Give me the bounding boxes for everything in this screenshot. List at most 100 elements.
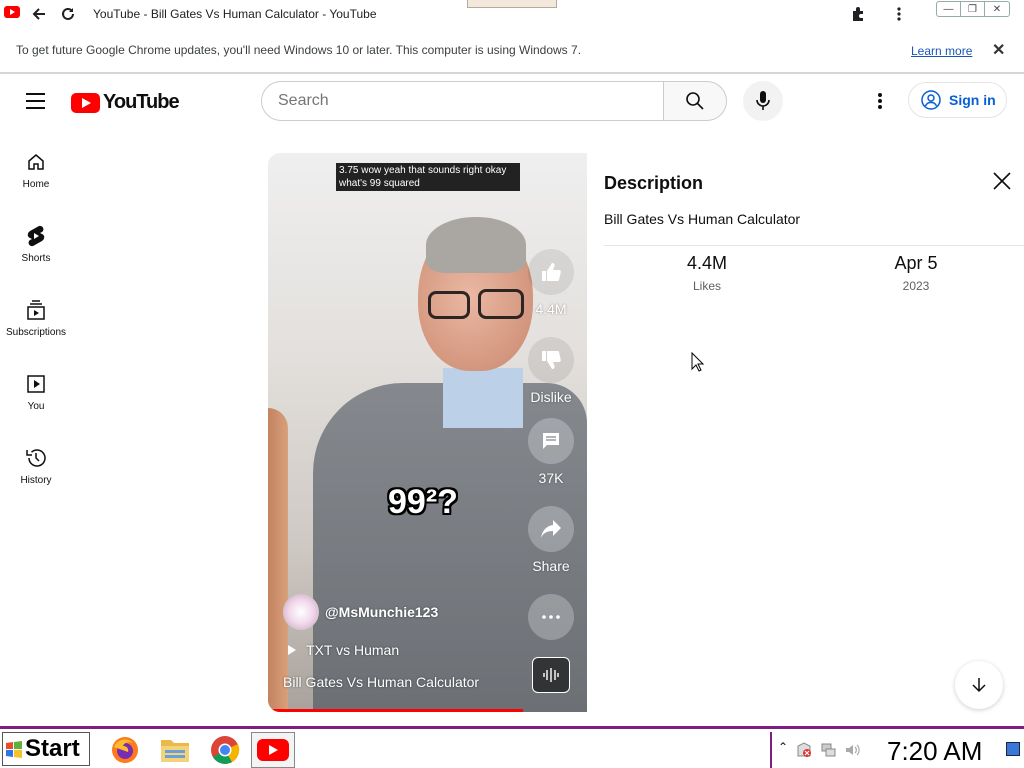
sidebar-item-label: Home <box>22 179 50 190</box>
arrow-down-icon <box>972 678 986 693</box>
dislike-button[interactable]: Dislike <box>523 337 579 405</box>
window-grip <box>467 0 557 8</box>
extensions-icon[interactable] <box>848 4 868 24</box>
microphone-icon <box>756 91 770 110</box>
description-heading: Description <box>604 173 704 193</box>
divider <box>604 245 1024 246</box>
file-explorer-icon <box>161 740 189 762</box>
sidebar-item-subscriptions[interactable]: Subscriptions <box>0 298 72 372</box>
channel-name[interactable]: @MsMunchie123 <box>325 604 438 620</box>
mouse-cursor-icon <box>691 352 705 372</box>
account-icon <box>921 90 941 110</box>
video-subject-glasses <box>428 291 470 319</box>
learn-more-link[interactable]: Learn more <box>911 44 972 58</box>
action-center-icon[interactable] <box>796 742 812 758</box>
shorts-video-player[interactable]: 3.75 wow yeah that sounds right okay wha… <box>268 153 587 712</box>
audio-waveform-icon <box>543 668 559 682</box>
comment-count: 37K <box>538 470 564 486</box>
youtube-logo[interactable]: YouTube <box>71 91 180 114</box>
taskbar-chrome[interactable] <box>203 732 247 768</box>
windows-logo-icon <box>6 741 22 758</box>
home-icon <box>24 150 48 174</box>
video-subject-hair <box>426 217 526 273</box>
search-icon <box>686 92 704 110</box>
sidebar-item-label: You <box>27 401 45 412</box>
description-title: Bill Gates Vs Human Calculator <box>604 211 801 227</box>
show-hidden-icons-icon[interactable]: ⌃ <box>778 740 788 754</box>
thumbs-down-icon <box>528 337 574 383</box>
chrome-menu-icon[interactable] <box>889 4 909 24</box>
info-bar-message: To get future Google Chrome updates, you… <box>16 43 582 57</box>
start-label: Start <box>25 735 80 762</box>
shorts-icon <box>24 224 48 248</box>
taskbar-firefox[interactable] <box>103 732 147 768</box>
search-button[interactable] <box>663 81 727 121</box>
youtube-favicon-icon <box>4 6 20 18</box>
settings-menu-icon[interactable] <box>874 91 886 111</box>
sidebar-item-label: History <box>20 475 52 486</box>
window-controls: — ❐ ✕ <box>936 1 1010 17</box>
share-label: Share <box>532 558 570 574</box>
likes-label: Likes <box>692 279 721 293</box>
close-window-icon[interactable]: ✕ <box>985 2 1009 16</box>
sidebar-item-label: Subscriptions <box>5 327 67 338</box>
network-icon[interactable] <box>820 742 836 758</box>
sidebar-item-label: Shorts <box>21 253 51 264</box>
more-horizontal-icon <box>528 594 574 640</box>
close-icon[interactable]: ✕ <box>992 40 1005 60</box>
sidebar-item-history[interactable]: History <box>0 446 72 520</box>
avatar[interactable] <box>283 594 319 630</box>
history-icon <box>24 446 48 470</box>
chrome-icon <box>211 736 240 764</box>
audio-button[interactable] <box>532 657 570 693</box>
likes-stat: 4.4M Likes <box>652 253 762 293</box>
channel-info[interactable]: @MsMunchie123 <box>283 594 438 630</box>
playlist-link[interactable]: TXT vs Human <box>286 642 399 658</box>
share-button[interactable]: Share <box>523 506 579 574</box>
subscriptions-icon <box>24 298 48 322</box>
playlist-label: TXT vs Human <box>306 642 400 658</box>
sign-in-button[interactable]: Sign in <box>908 82 1007 118</box>
volume-icon[interactable] <box>844 742 860 758</box>
sidebar-item-shorts[interactable]: Shorts <box>0 224 72 298</box>
sidebar-item-you[interactable]: You <box>0 372 72 446</box>
menu-icon[interactable] <box>26 93 46 109</box>
date-year: 2023 <box>902 279 930 293</box>
like-button[interactable]: 4.4M <box>523 249 579 317</box>
thumbs-up-icon <box>528 249 574 295</box>
back-icon[interactable] <box>29 4 49 24</box>
date-value: Apr 5 <box>894 253 938 273</box>
clock[interactable]: 7:20 AM <box>887 736 982 767</box>
share-icon <box>528 506 574 552</box>
date-stat: Apr 5 2023 <box>861 253 971 293</box>
dislike-label: Dislike <box>530 389 572 405</box>
search-box <box>261 81 664 121</box>
comments-button[interactable]: 37K <box>523 418 579 486</box>
tab-title: YouTube - Bill Gates Vs Human Calculator… <box>93 7 377 21</box>
reload-icon[interactable] <box>58 4 78 24</box>
voice-search-button[interactable] <box>743 81 783 121</box>
video-caption: 3.75 wow yeah that sounds right okay wha… <box>336 163 520 191</box>
search-input[interactable] <box>278 92 638 110</box>
show-desktop-icon[interactable] <box>1006 742 1020 756</box>
close-icon[interactable] <box>991 170 1013 192</box>
youtube-icon <box>257 739 289 761</box>
likes-value: 4.4M <box>686 253 728 273</box>
next-video-button[interactable] <box>955 661 1003 709</box>
start-button[interactable]: Start <box>2 732 90 766</box>
system-tray: ⌃ 7:20 AM <box>770 732 1024 768</box>
browser-title-bar: YouTube - Bill Gates Vs Human Calculator… <box>0 0 1024 30</box>
minimize-icon[interactable]: — <box>937 2 961 16</box>
video-title[interactable]: Bill Gates Vs Human Calculator <box>283 674 479 690</box>
video-subject-collar <box>443 368 523 428</box>
taskbar-file-explorer[interactable] <box>153 732 197 768</box>
sidebar-item-home[interactable]: Home <box>0 150 72 224</box>
video-progress-bar[interactable] <box>268 709 524 712</box>
more-actions-button[interactable] <box>523 594 579 640</box>
taskbar-youtube[interactable] <box>251 732 295 768</box>
firefox-icon <box>112 737 138 763</box>
video-overlay-text: 99²? <box>388 483 458 521</box>
youtube-logo-icon <box>71 92 100 113</box>
restore-icon[interactable]: ❐ <box>961 2 985 16</box>
like-count: 4.4M <box>535 301 567 317</box>
